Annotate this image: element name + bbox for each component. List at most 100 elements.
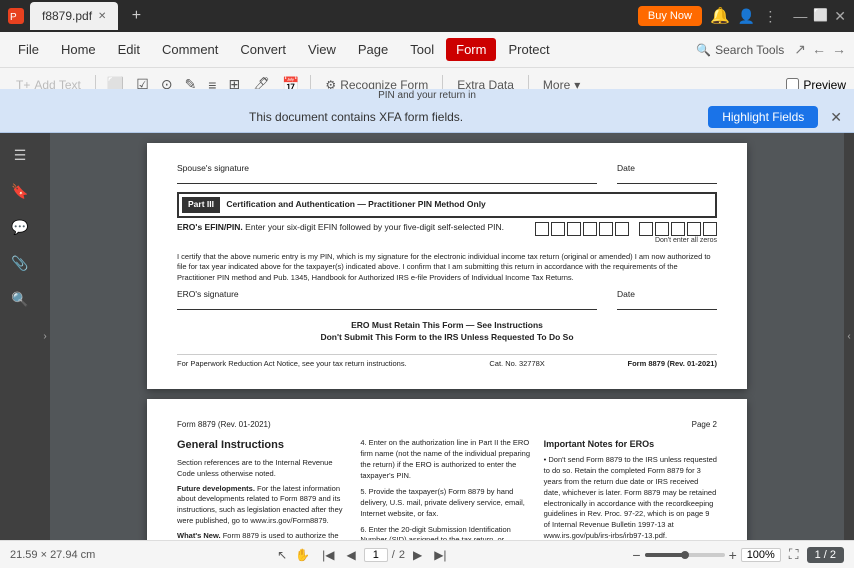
date-label-1: Date [617, 163, 717, 175]
share-icon[interactable]: ↗ [794, 41, 806, 58]
menu-home[interactable]: Home [51, 38, 106, 61]
notifications-icon[interactable]: 🔔 [710, 6, 730, 26]
date-section-1: Date [617, 163, 717, 184]
zoom-out-button[interactable]: − [632, 547, 640, 563]
zoom-input[interactable] [741, 548, 781, 562]
last-page-button[interactable]: ▶| [430, 546, 450, 564]
part3-tag: Part III [182, 197, 220, 213]
close-button[interactable]: ✕ [834, 8, 846, 25]
tab-close-icon[interactable]: ✕ [98, 11, 106, 22]
menu-dots-icon[interactable]: ⋮ [763, 8, 777, 25]
ero-sig-label: ERO's signature [177, 289, 597, 301]
zoom-slider-thumb[interactable] [681, 551, 689, 559]
retain-notice-section: ERO Must Retain This Form — See Instruct… [177, 320, 717, 344]
right-arrow-icon: ‹ [847, 331, 850, 342]
pin-box-4 [687, 222, 701, 236]
menu-view[interactable]: View [298, 38, 346, 61]
spouse-sig-label: Spouse's signature [177, 163, 597, 175]
left-panel-collapse[interactable]: › [40, 133, 50, 540]
retain-line2: Don't Submit This Form to the IRS Unless… [177, 332, 717, 344]
menu-file[interactable]: File [8, 38, 49, 61]
page2-header: Form 8879 (Rev. 01-2021) Page 2 [177, 419, 717, 430]
highlight-fields-button[interactable]: Highlight Fields [708, 106, 818, 128]
menu-protect[interactable]: Protect [498, 38, 559, 61]
pointer-tool-icon[interactable]: ↖ [277, 548, 287, 562]
minimize-button[interactable]: — [793, 8, 807, 25]
search-icon: 🔍 [696, 43, 711, 57]
menu-form[interactable]: Form [446, 38, 496, 61]
zoom-slider-fill [645, 553, 685, 557]
note-b1: • Don't send Form 8879 to the IRS unless… [544, 455, 717, 540]
page2-form-label: Form 8879 (Rev. 01-2021) [177, 419, 271, 430]
hand-tool-icon[interactable]: ✋ [295, 548, 310, 562]
menu-bar: File Home Edit Comment Convert View Page… [0, 32, 854, 68]
forward-icon[interactable]: → [832, 41, 846, 58]
efin-box-5 [599, 222, 613, 236]
zoom-in-button[interactable]: + [729, 547, 737, 563]
sidebar-item-menu[interactable]: ☰ [6, 141, 34, 169]
current-page-input[interactable] [364, 548, 388, 562]
sidebar-item-search[interactable]: 🔍 [6, 285, 34, 313]
nav-controls: |◀ ◀ / 2 ▶ ▶| [318, 546, 450, 564]
left-arrow-icon: › [43, 331, 46, 342]
page1-footer: For Paperwork Reduction Act Notice, see … [177, 354, 717, 370]
bottom-bar: 21.59 × 27.94 cm ↖ ✋ |◀ ◀ / 2 ▶ ▶| − + ⛶… [0, 540, 854, 568]
spouse-sig-line [177, 183, 597, 184]
next-page-button[interactable]: ▶ [409, 546, 426, 564]
whats-new: What's New. Form 8879 is used to authori… [177, 531, 350, 540]
zoom-slider[interactable] [645, 553, 725, 557]
page2-three-col: General Instructions Section references … [177, 438, 717, 540]
menu-tool[interactable]: Tool [400, 38, 444, 61]
efin-box-3 [567, 222, 581, 236]
app-icon: P [8, 8, 24, 24]
menu-comment[interactable]: Comment [152, 38, 228, 61]
form-number-1: Form 8879 (Rev. 01-2021) [627, 359, 717, 370]
efin-desc: Enter your six-digit EFIN followed by yo… [245, 222, 504, 232]
pdf-area[interactable]: Spouse's signature Date Part III Certifi… [50, 133, 844, 540]
menu-edit[interactable]: Edit [108, 38, 150, 61]
title-bar-right: Buy Now 🔔 👤 ⋮ — ⬜ ✕ [638, 6, 846, 26]
zoom-controls: − + [632, 547, 780, 563]
cat-no: Cat. No. 32778X [489, 359, 544, 370]
dont-enter-zeros: Don't enter all zeros [535, 236, 717, 246]
efin-box-6 [615, 222, 629, 236]
sidebar-item-bookmark[interactable]: 🔖 [6, 177, 34, 205]
tab-filename: f8879.pdf [42, 9, 92, 23]
pdf-page-2: Form 8879 (Rev. 01-2021) Page 2 General … [147, 399, 747, 540]
account-icon[interactable]: 👤 [738, 8, 755, 25]
prev-page-button[interactable]: ◀ [343, 546, 360, 564]
right-panel-collapse[interactable]: ‹ [844, 133, 854, 540]
fit-page-icon[interactable]: ⛶ [789, 546, 799, 563]
first-page-button[interactable]: |◀ [318, 546, 338, 564]
buy-now-button[interactable]: Buy Now [638, 6, 702, 26]
efin-row: ERO's EFIN/PIN. Enter your six-digit EFI… [177, 222, 717, 246]
efin-box-2 [551, 222, 565, 236]
page2-page-num: Page 2 [692, 419, 717, 430]
ero-sig-section: ERO's signature [177, 289, 597, 310]
active-tab[interactable]: f8879.pdf ✕ [30, 2, 118, 30]
left-sidebar: ☰ 🔖 💬 📎 🔍 [0, 133, 40, 540]
xfa-close-icon[interactable]: ✕ [830, 109, 842, 126]
important-notes-title: Important Notes for EROs [544, 438, 717, 451]
col-2: 4. Enter on the authorization line in Pa… [360, 438, 533, 540]
efin-boxes [535, 222, 717, 236]
sidebar-item-attachment[interactable]: 📎 [6, 249, 34, 277]
col-general-instructions: General Instructions Section references … [177, 438, 350, 540]
back-icon[interactable]: ← [812, 41, 826, 58]
menu-convert[interactable]: Convert [230, 38, 296, 61]
maximize-button[interactable]: ⬜ [813, 8, 828, 25]
sidebar-item-comment[interactable]: 💬 [6, 213, 34, 241]
pin-notice-text: PIN and your return in [0, 89, 854, 102]
menu-page[interactable]: Page [348, 38, 398, 61]
part3-header-box: Part III Certification and Authenticatio… [177, 192, 717, 218]
spouse-sig-section: Spouse's signature [177, 163, 597, 184]
svg-text:P: P [10, 12, 17, 22]
main-area: ☰ 🔖 💬 📎 🔍 › Spouse's signature Date [0, 133, 854, 540]
future-bold: Future developments. [177, 484, 255, 493]
ero-sig-line [177, 309, 597, 310]
new-tab-button[interactable]: + [124, 4, 148, 28]
cert-text: I certify that the above numeric entry i… [177, 252, 717, 284]
total-pages: 2 [399, 549, 405, 561]
search-tools[interactable]: 🔍 Search Tools [696, 43, 784, 57]
date-section-2: Date [617, 289, 717, 310]
